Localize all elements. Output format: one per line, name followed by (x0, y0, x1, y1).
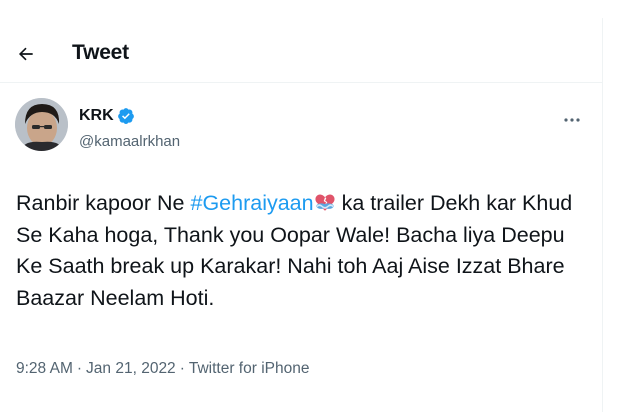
tweet-time[interactable]: 9:28 AM (16, 360, 73, 378)
column-border (602, 18, 603, 412)
avatar-photo (15, 98, 68, 151)
author-name-text: KRK (79, 107, 114, 124)
author-handle[interactable]: @kamaalrkhan (79, 133, 180, 150)
verified-badge-icon (117, 107, 135, 125)
meta-separator: · (76, 360, 83, 377)
more-dots-icon (564, 118, 580, 122)
tweet-meta: 9:28 AM · Jan 21, 2022 · Twitter for iPh… (16, 360, 309, 378)
meta-separator: · (179, 360, 185, 377)
arrow-left-icon (18, 47, 33, 61)
more-options-button[interactable] (560, 108, 584, 132)
tweet-date[interactable]: Jan 21, 2022 (86, 360, 176, 378)
back-button[interactable] (12, 40, 40, 68)
page-header: Tweet (0, 0, 602, 82)
avatar[interactable] (15, 98, 68, 151)
tweet-text: Ranbir kapoor Ne #Gehraiyaan ka trailer D… (16, 188, 596, 314)
tweet-page: Tweet KRK @kamaalrkhan Ranbir kapoor Ne … (0, 0, 602, 412)
hashtag-link[interactable]: #Gehraiyaan (190, 191, 313, 215)
author-name[interactable]: KRK (79, 107, 135, 125)
tweet-text-prefix: Ranbir kapoor Ne (16, 191, 191, 215)
tweet-source[interactable]: Twitter for iPhone (189, 360, 310, 378)
header-divider (0, 82, 602, 83)
heart-emoji-icon (314, 191, 336, 213)
page-title: Tweet (72, 41, 129, 64)
